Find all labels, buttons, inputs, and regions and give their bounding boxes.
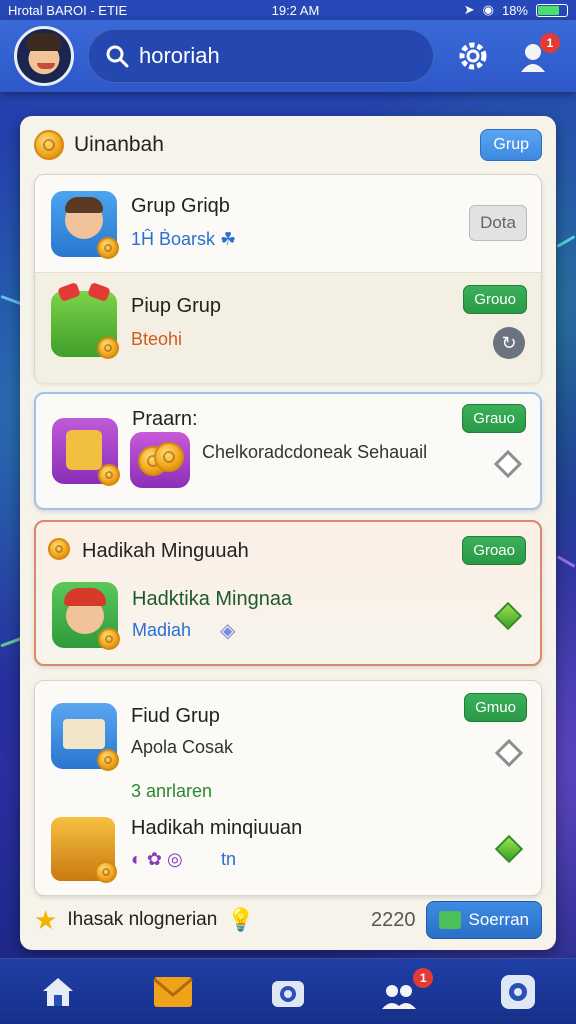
treasure-icon (51, 817, 117, 883)
item-subtitle: tn (221, 849, 237, 869)
footer-value: 2220 (371, 908, 416, 931)
star-icon: ★ (34, 904, 58, 935)
group-button[interactable]: Grouo (463, 285, 527, 314)
item-title: Grup Griqb (131, 195, 230, 217)
status-bar: Hrotal BAROI - ETIE 19:2 AM ➤ ◉ 18% (0, 0, 576, 20)
item-title: Hadikah minqiuuan (131, 817, 303, 839)
location-icon: ➤ (463, 2, 475, 17)
coin-icon (97, 237, 119, 259)
carrier-label: Hrotal BAROI - ETIE (8, 2, 128, 18)
coin-icon (98, 464, 120, 486)
group-card: Fiud Grup Apola Cosak Gmuo 3 anrlaren Ha… (34, 680, 542, 896)
clock: 19:2 AM (271, 2, 320, 18)
avatar[interactable] (14, 26, 74, 86)
item-extra: 3 anrlaren (131, 781, 213, 801)
battery-percent: 18% (501, 2, 528, 18)
nav-team[interactable]: 1 (373, 964, 434, 1020)
item-title: Piup Grup (131, 295, 222, 317)
main-panel: Uinanbah Grup Grup Griqb 1Ĥ Ḃoarsk ☘ Dot… (20, 116, 556, 950)
item-subtitle: Madiah (132, 620, 192, 640)
group-button[interactable]: Gmuo (464, 693, 527, 722)
list-item[interactable]: Fiud Grup Apola Cosak Gmuo (35, 681, 541, 787)
list-item[interactable]: Praarn: Chelkoradcdoneak Sehauail Grauo (36, 394, 540, 512)
group-card: Praarn: Chelkoradcdoneak Sehauail Grauo (34, 392, 542, 510)
nav-settings[interactable] (488, 964, 548, 1020)
group-button[interactable]: Groao (462, 536, 526, 565)
settings-button[interactable] (448, 31, 498, 81)
app-header: hororiah 1 (0, 20, 576, 92)
avatar-app-icon (51, 191, 119, 259)
status-icons: ➤ ◉ 18% (464, 2, 568, 18)
notifications-button[interactable]: 1 (512, 31, 562, 81)
settings-icon (501, 974, 536, 1009)
item-title: Fiud Grup (131, 705, 220, 727)
footer-label: Ihasak nlognerian (67, 909, 218, 930)
coin-icon (34, 130, 64, 160)
card-header: Hadikah Minguuah Groao (36, 522, 540, 578)
search-value: hororiah (139, 43, 220, 68)
list-item[interactable]: Piup Grup Bteohi Grouo ↻ (35, 273, 541, 383)
search-input[interactable]: hororiah (88, 29, 434, 83)
reward-icons: ◐ ✿ ◎ (131, 849, 183, 869)
list-item[interactable]: Hadktika Mingnaa Madiah ◈ (36, 578, 540, 668)
coin-icon (95, 861, 117, 883)
list-item[interactable]: Grup Griqb 1Ĥ Ḃoarsk ☘ Dota (35, 175, 541, 273)
lightbulb-icon: 💡 (227, 907, 255, 932)
nav-mail[interactable] (143, 964, 203, 1020)
coin-icon (48, 538, 70, 560)
box-app-icon (51, 703, 119, 771)
nav-home[interactable] (28, 964, 88, 1020)
diamond-outline-icon[interactable] (494, 738, 524, 768)
list-item[interactable]: Hadikah minqiuuan ◐ ✿ ◎ tn (35, 809, 541, 897)
camera-icon (271, 980, 304, 1007)
item-subtitle: 1Ĥ Ḃoarsk ☘ (131, 229, 237, 249)
coin-icon (97, 337, 119, 359)
envelope-icon (152, 976, 193, 1007)
crystal-icon: ◈ (220, 620, 236, 642)
item-subtitle: Chelkoradcdoneak Sehauail (202, 442, 428, 462)
item-title: Praarn: (132, 408, 198, 430)
item-title: Hadktika Mingnaa (132, 588, 293, 610)
group-card: Grup Griqb 1Ĥ Ḃoarsk ☘ Dota Piup Grup Bt… (34, 174, 542, 383)
ticket-icon (438, 911, 461, 929)
coin-icon (97, 749, 119, 771)
group-card: Hadikah Minguuah Groao Hadktika Mingnaa … (34, 520, 542, 666)
home-icon (42, 977, 73, 1006)
gear-icon (459, 42, 487, 70)
panel-title: Uinanbah (74, 133, 164, 156)
diamond-green-icon[interactable] (493, 601, 523, 631)
bottom-nav: 1 (0, 958, 576, 1024)
panel-footer: ★ Ihasak nlognerian 💡 2220 Soerran (34, 898, 542, 942)
badge-app-icon (52, 418, 120, 486)
card-title: Hadikah Minguuah (82, 540, 249, 562)
search-icon (106, 45, 129, 68)
group-button[interactable]: Grup (480, 129, 542, 161)
battery-icon (536, 3, 568, 17)
coin-icon (98, 628, 120, 650)
diamond-outline-icon[interactable] (493, 449, 523, 479)
refresh-icon[interactable]: ↻ (493, 327, 525, 359)
coins-icon (130, 432, 190, 488)
item-subtitle: Bteohi (131, 329, 183, 349)
diamond-green-icon[interactable] (494, 834, 524, 864)
team-badge: 1 (413, 967, 434, 988)
group-button[interactable]: Grauo (462, 404, 526, 433)
search-action-button[interactable]: Soerran (425, 901, 542, 939)
character-icon (52, 582, 120, 650)
search-action-label: Soerran (468, 910, 529, 929)
wifi-icon: ◉ (482, 2, 494, 17)
gift-icon (51, 282, 119, 359)
panel-header: Uinanbah Grup (20, 116, 556, 174)
nav-camera[interactable] (258, 964, 318, 1020)
item-subtitle: Apola Cosak (131, 737, 234, 757)
notification-badge: 1 (540, 33, 560, 53)
data-button[interactable]: Dota (469, 205, 527, 241)
